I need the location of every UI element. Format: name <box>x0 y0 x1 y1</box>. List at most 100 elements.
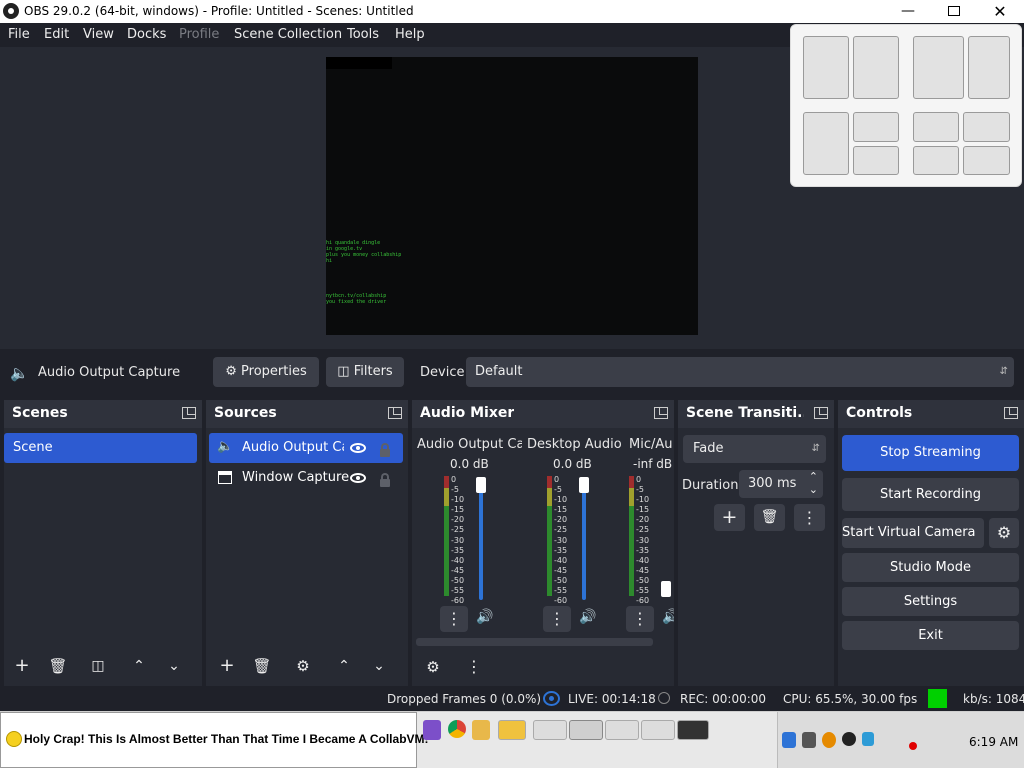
move-up-button[interactable]: ⌃ <box>124 653 154 679</box>
cloud-icon[interactable] <box>802 732 816 748</box>
menu-view[interactable]: View <box>83 27 114 42</box>
menu-edit[interactable]: Edit <box>44 27 69 42</box>
undock-icon[interactable] <box>814 407 828 419</box>
settings-task-icon[interactable] <box>641 720 675 740</box>
move-down-button[interactable]: ⌄ <box>159 653 189 679</box>
source-item[interactable]: 🔈 Audio Output Ca <box>209 433 403 463</box>
undock-icon[interactable] <box>182 407 196 419</box>
snap-zone[interactable] <box>913 112 959 142</box>
snap-zone[interactable] <box>853 146 899 175</box>
spin-down-icon[interactable]: ⌄ <box>809 476 818 504</box>
source-item[interactable]: Window Capture <box>209 463 403 493</box>
remove-scene-button[interactable]: 🗑 <box>43 653 73 679</box>
exit-button[interactable]: Exit <box>842 621 1019 650</box>
menu-scene-collection[interactable]: Scene Collection <box>234 27 342 42</box>
snap-zone[interactable] <box>853 112 899 142</box>
properties-button[interactable]: ⚙ Properties <box>213 357 319 387</box>
mixer-settings-button[interactable]: ⚙ <box>418 654 448 680</box>
speaker-icon: 🔈 <box>10 364 29 382</box>
visibility-eye-icon[interactable] <box>350 443 366 453</box>
obs-tray-icon[interactable] <box>842 732 856 746</box>
visual-studio-icon[interactable] <box>423 720 441 740</box>
chrome-window-icon[interactable] <box>533 720 567 740</box>
volume-slider-track[interactable] <box>582 480 586 600</box>
duration-spinbox[interactable]: 300 ms ⌃ ⌄ <box>739 470 823 498</box>
clock[interactable]: 6:19 AM <box>969 735 1018 749</box>
visibility-eye-icon[interactable] <box>350 473 366 483</box>
remove-transition-button[interactable]: 🗑 <box>754 504 785 531</box>
horizontal-scrollbar[interactable] <box>416 638 653 646</box>
mixer-menu-button[interactable]: ⋮ <box>459 654 489 680</box>
undock-icon[interactable] <box>654 407 668 419</box>
snap-zone[interactable] <box>853 36 899 99</box>
start-recording-button[interactable]: Start Recording <box>842 478 1019 511</box>
add-scene-button[interactable]: + <box>7 653 37 679</box>
start-virtual-camera-button[interactable]: Start Virtual Camera <box>842 518 984 548</box>
add-transition-button[interactable]: + <box>714 504 745 531</box>
close-button[interactable]: ✕ <box>977 0 1023 23</box>
menu-docks[interactable]: Docks <box>127 27 166 42</box>
snap-zone[interactable] <box>913 146 959 175</box>
virtual-camera-settings-button[interactable]: ⚙ <box>989 518 1019 548</box>
speaker-icon[interactable]: 🔊 <box>579 609 596 625</box>
obs-task-icon[interactable] <box>569 720 603 740</box>
channel-menu-button[interactable]: ⋮ <box>543 606 571 632</box>
file-explorer-icon[interactable] <box>472 720 490 740</box>
snap-zone[interactable] <box>803 112 849 175</box>
maximize-button[interactable] <box>931 0 977 23</box>
chrome-icon[interactable] <box>448 720 466 738</box>
folder-icon[interactable] <box>498 720 526 740</box>
stop-streaming-button[interactable]: Stop Streaming <box>842 435 1019 471</box>
device-select[interactable]: Default ⇵ <box>466 357 1014 387</box>
recording-dot-icon <box>909 742 917 750</box>
volume-slider-thumb[interactable] <box>661 581 671 597</box>
move-down-button[interactable]: ⌄ <box>364 653 394 679</box>
snap-zone[interactable] <box>968 36 1010 99</box>
transition-menu-button[interactable]: ⋮ <box>794 504 825 531</box>
snap-zone[interactable] <box>803 36 849 99</box>
filters-button[interactable]: ◫ Filters <box>326 357 404 387</box>
terminal-icon[interactable] <box>677 720 709 740</box>
source-context-bar: 🔈 Audio Output Capture ⚙ Properties ◫ Fi… <box>0 349 1024 395</box>
device-label: Device <box>420 365 465 380</box>
rec-time: REC: 00:00:00 <box>680 692 767 706</box>
menu-file[interactable]: File <box>8 27 30 42</box>
speaker-icon[interactable]: 🔊 <box>662 609 674 625</box>
settings-button[interactable]: Settings <box>842 587 1019 616</box>
volume-slider-thumb[interactable] <box>476 477 486 493</box>
lock-icon[interactable] <box>380 473 390 487</box>
menu-tools[interactable]: Tools <box>347 27 379 42</box>
filter-icon: ◫ <box>337 364 350 379</box>
transition-select[interactable]: Fade ⇵ <box>683 435 826 463</box>
program-preview[interactable]: hi quandale dingle in google.tv plus you… <box>326 57 698 335</box>
duration-label: Duration <box>682 478 739 493</box>
shield-icon[interactable] <box>782 732 796 748</box>
snap-zone[interactable] <box>913 36 964 99</box>
scene-filters-button[interactable]: ◫ <box>83 653 113 679</box>
undock-icon[interactable] <box>1004 407 1018 419</box>
snap-zone[interactable] <box>963 146 1010 175</box>
volume-slider-track[interactable] <box>479 480 483 600</box>
channel-menu-button[interactable]: ⋮ <box>440 606 468 632</box>
lock-icon[interactable] <box>380 443 390 457</box>
channel-menu-button[interactable]: ⋮ <box>626 606 654 632</box>
window-icon <box>218 471 232 484</box>
menu-profile[interactable]: Profile <box>179 27 219 42</box>
minimize-button[interactable]: — <box>885 0 931 23</box>
scene-item[interactable]: Scene <box>4 433 197 463</box>
studio-mode-button[interactable]: Studio Mode <box>842 553 1019 582</box>
network-icon[interactable] <box>862 732 874 746</box>
snap-zone[interactable] <box>963 112 1010 142</box>
image-viewer-icon[interactable] <box>605 720 639 740</box>
undock-icon[interactable] <box>388 407 402 419</box>
speaker-icon[interactable]: 🔊 <box>476 609 493 625</box>
volume-slider-thumb[interactable] <box>579 477 589 493</box>
channel-name: Audio Output Ca <box>417 437 522 452</box>
menu-help[interactable]: Help <box>395 27 425 42</box>
banner-window[interactable]: Holy Crap! This Is Almost Better Than Th… <box>0 712 429 768</box>
move-up-button[interactable]: ⌃ <box>329 653 359 679</box>
search-tray-icon[interactable] <box>822 732 836 748</box>
remove-source-button[interactable]: 🗑 <box>247 653 277 679</box>
source-properties-button[interactable]: ⚙ <box>288 653 318 679</box>
add-source-button[interactable]: + <box>212 653 242 679</box>
